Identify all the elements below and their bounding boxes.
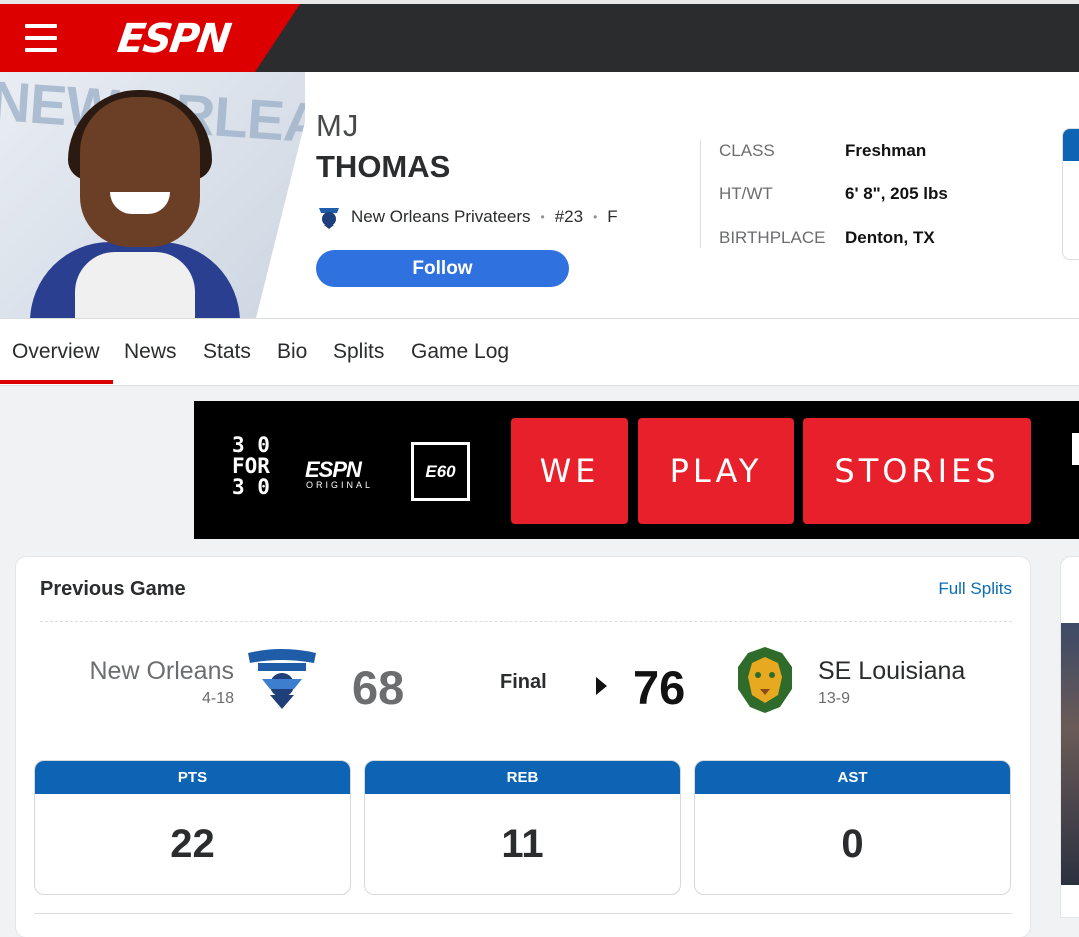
away-team-record: 4-18: [201, 690, 234, 707]
ad-tile-stories: STORIES: [803, 418, 1031, 524]
stat-value: 11: [501, 821, 544, 866]
tab-splits[interactable]: Splits: [333, 340, 384, 364]
jersey-number: #23: [554, 207, 584, 226]
header-divider: [700, 140, 701, 248]
bio-label: CLASS: [719, 141, 775, 160]
team-logo-icon: [319, 208, 339, 229]
ad-tile-play: PLAY: [638, 418, 794, 524]
away-score: 68: [352, 661, 405, 714]
bio-row-class: CLASS Freshman: [719, 141, 926, 161]
home-team-name[interactable]: SE Louisiana: [818, 657, 965, 686]
player-first-name: MJ: [316, 108, 360, 143]
se-louisiana-lion-logo-icon[interactable]: [734, 645, 796, 715]
original-label: ORIGINAL: [306, 480, 374, 490]
stat-label: PTS: [35, 761, 350, 794]
bio-label: HT/WT: [719, 184, 773, 203]
winner-arrow-icon: [596, 677, 607, 695]
tab-news[interactable]: News: [124, 340, 177, 364]
top-strip: [0, 0, 1079, 4]
bio-value: Freshman: [845, 141, 927, 160]
follow-button[interactable]: Follow: [316, 250, 569, 287]
tab-stats[interactable]: Stats: [203, 340, 251, 364]
bio-value: Denton, TX: [845, 228, 935, 247]
stat-value: 0: [841, 821, 864, 866]
new-orleans-logo-icon[interactable]: [244, 649, 320, 711]
player-position: F: [607, 207, 618, 226]
game-status[interactable]: Final: [500, 671, 547, 694]
player-headshot: NEW ORLEANS: [0, 72, 305, 318]
previous-game-card: Previous Game Full Splits New Orleans 4-…: [16, 557, 1030, 937]
team-name-link[interactable]: New Orleans Privateers: [351, 207, 531, 227]
player-last-name: THOMAS: [316, 149, 451, 184]
player-tabs: Overview News Stats Bio Splits Game Log: [0, 319, 1079, 386]
full-splits-link[interactable]: Full Splits: [938, 579, 1012, 599]
stat-box-ast: AST 0: [694, 760, 1011, 895]
ad-banner[interactable]: 3 0 FOR 3 0 ESPN ORIGINAL E60 WE PLAY STOR…: [194, 401, 1079, 539]
bio-label: BIRTHPLACE: [719, 228, 826, 247]
player-team-line: New Orleans Privateers • #23 • F: [316, 205, 618, 229]
top-nav-bar: ESPN: [0, 0, 1079, 72]
away-team-name[interactable]: New Orleans: [90, 657, 235, 686]
hamburger-menu-icon[interactable]: [25, 24, 57, 52]
stat-box-pts: PTS 22: [34, 760, 351, 895]
stat-label: AST: [695, 761, 1010, 794]
home-score: 76: [633, 661, 686, 714]
home-team-record: 13-9: [818, 690, 851, 707]
tab-bio[interactable]: Bio: [277, 340, 307, 364]
stat-label: REB: [365, 761, 680, 794]
card-title: Previous Game: [40, 578, 186, 600]
stat-value: 22: [170, 821, 215, 866]
ad-tile-we: WE: [511, 418, 628, 524]
bio-row-birthplace: BIRTHPLACE Denton, TX: [719, 228, 935, 248]
tab-overview[interactable]: Overview: [0, 340, 112, 384]
espn-logo[interactable]: ESPN: [115, 16, 232, 62]
next-card-peek[interactable]: [1061, 557, 1079, 917]
stat-box-reb: REB 11: [364, 760, 681, 895]
30-for-30-logo: 3 0 FOR 3 0: [232, 433, 270, 499]
tab-game-log[interactable]: Game Log: [411, 340, 509, 364]
bio-value: 6' 8", 205 lbs: [845, 184, 948, 203]
bio-row-htwt: HT/WT 6' 8", 205 lbs: [719, 184, 948, 204]
side-card-peek[interactable]: [1062, 128, 1079, 260]
e60-logo: E60: [411, 442, 470, 501]
